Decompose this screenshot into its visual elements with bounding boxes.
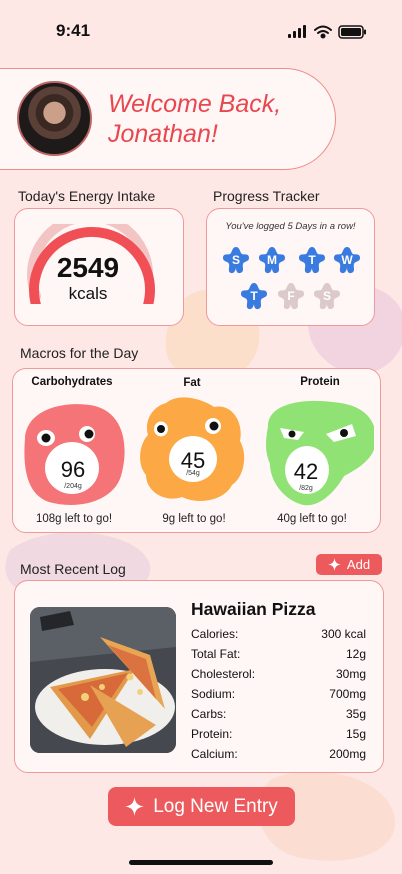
log-new-entry-label: Log New Entry [153, 795, 278, 817]
welcome-username: Jonathan! [108, 120, 218, 148]
wifi-icon [314, 25, 332, 39]
nutrient-value: 700mg [329, 687, 366, 701]
nutrient-label: Sodium: [191, 687, 236, 701]
cellular-signal-icon [288, 25, 306, 38]
day-letter: S [322, 289, 331, 303]
status-icons [288, 25, 366, 39]
protein-remaining: 40g left to go! [277, 513, 347, 525]
status-time: 9:41 [56, 21, 91, 40]
day-letter: M [267, 253, 277, 267]
day-badge-tuesday: T [297, 245, 327, 275]
macros-section-title: Macros for the Day [20, 345, 139, 361]
day-badge-thursday: T [239, 281, 269, 311]
day-letter: W [341, 253, 353, 267]
day-letter: T [308, 253, 316, 267]
streak-text: You've logged 5 Days in a row! [225, 221, 356, 232]
day-badge-sunday: S [221, 245, 251, 275]
nutrient-value: 200mg [329, 747, 366, 761]
home-indicator[interactable] [129, 860, 273, 865]
day-badge-friday: F [276, 281, 306, 311]
sparkle-icon [125, 797, 145, 816]
carbs-goal: /204g [64, 483, 82, 490]
macro-name-protein: Protein [300, 376, 340, 388]
nutrient-label: Calories: [191, 627, 239, 641]
protein-value: 42 [293, 459, 319, 484]
welcome-greeting: Welcome Back, [108, 90, 282, 118]
protein-blob-character [266, 400, 374, 506]
energy-value: 2549 [56, 252, 120, 283]
pizza-image [30, 607, 176, 753]
welcome-heading: Welcome Back, Jonathan! [108, 89, 318, 149]
nutrient-value: 300 kcal [321, 627, 366, 641]
macro-name-carbohydrates: Carbohydrates [31, 376, 113, 388]
log-new-entry-button[interactable]: Log New Entry [108, 787, 295, 826]
carbs-value: 96 [60, 457, 86, 482]
food-photo [30, 607, 176, 753]
progress-section-title: Progress Tracker [213, 188, 320, 204]
energy-unit: kcals [68, 284, 108, 303]
carbs-blob-character [24, 404, 125, 505]
nutrient-value: 35g [345, 707, 366, 721]
add-button[interactable]: Add [316, 554, 382, 575]
food-name: Hawaiian Pizza [191, 599, 316, 619]
fat-goal: /54g [186, 470, 200, 477]
day-letter: F [287, 289, 295, 303]
recent-log-title: Most Recent Log [20, 561, 126, 577]
day-badge-monday: M [257, 245, 287, 275]
nutrient-label: Calcium: [191, 747, 238, 761]
fat-remaining: 9g left to go! [162, 513, 226, 525]
macro-name-fat: Fat [183, 377, 201, 389]
battery-icon [338, 25, 366, 39]
avatar[interactable] [17, 81, 92, 156]
nutrient-value: 12g [345, 647, 366, 661]
nutrient-label: Protein: [191, 727, 233, 741]
nutrient-label: Total Fat: [191, 647, 241, 661]
day-badge-saturday: S [312, 281, 342, 311]
energy-section-title: Today's Energy Intake [18, 188, 156, 204]
nutrient-label: Cholesterol: [191, 667, 256, 681]
nutrient-value: 15g [345, 727, 366, 741]
sparkle-icon [327, 558, 341, 571]
day-letter: S [231, 253, 240, 267]
add-button-label: Add [346, 557, 371, 572]
protein-goal: /82g [299, 485, 313, 492]
nutrient-value: 30mg [335, 667, 366, 681]
day-letter: T [250, 289, 258, 303]
carbs-remaining: 108g left to go! [35, 513, 113, 525]
nutrient-label: Carbs: [191, 707, 227, 721]
day-badge-wednesday: W [332, 245, 362, 275]
